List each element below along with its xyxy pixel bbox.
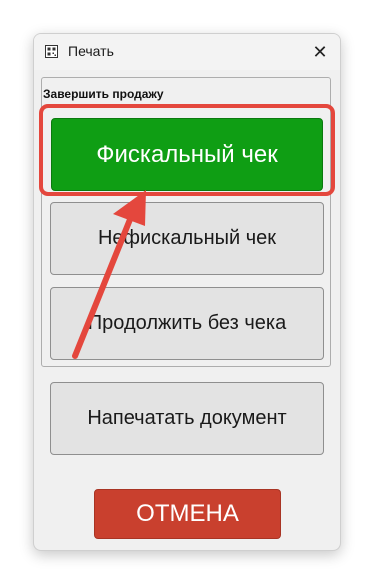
print-document-button[interactable]: Напечатать документ (50, 382, 324, 455)
continue-without-receipt-button[interactable]: Продолжить без чека (50, 287, 324, 360)
app-icon (45, 45, 58, 58)
fiscal-receipt-button[interactable]: Фискальный чек (51, 118, 323, 191)
group-title: Завершить продажу (43, 87, 164, 101)
window-title: Печать (68, 43, 114, 59)
non-fiscal-receipt-button[interactable]: Нефискальный чек (50, 202, 324, 275)
title-bar: Печать ✕ (34, 34, 340, 70)
close-button[interactable]: ✕ (300, 34, 340, 70)
cancel-button[interactable]: ОТМЕНА (94, 489, 281, 539)
print-dialog: Печать ✕ Завершить продажу Фискальный че… (33, 33, 341, 551)
close-icon: ✕ (312, 41, 328, 62)
